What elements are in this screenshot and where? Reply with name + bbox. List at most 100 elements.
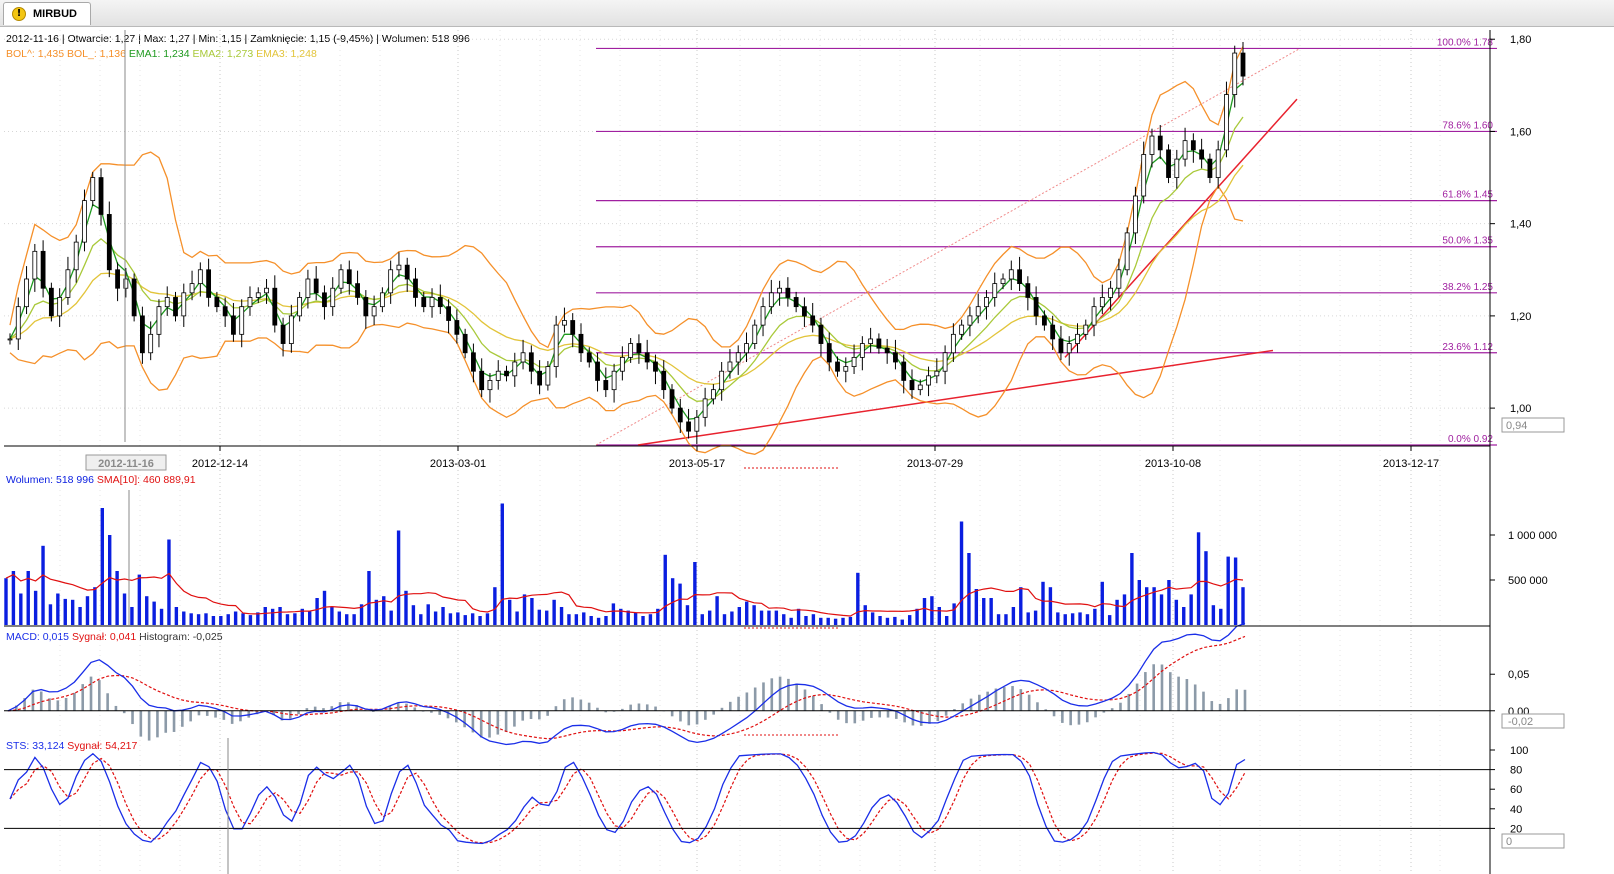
macd-histogram-bar	[230, 710, 234, 724]
volume-bar	[478, 616, 482, 625]
volume-bar	[130, 607, 134, 625]
fib-level-label: 23.6% 1.12	[1442, 342, 1493, 353]
candle-body	[57, 297, 63, 317]
stock-chart[interactable]: 100.0% 1.78 78.6% 1.60 61.8% 1.45 50.0% 1.3…	[0, 26, 1614, 874]
candle-body	[934, 370, 940, 377]
macd-histogram-bar	[695, 710, 699, 725]
volume-bar	[4, 578, 8, 625]
candle-body	[371, 306, 377, 317]
volume-bar	[907, 615, 912, 625]
volume-bar	[204, 613, 208, 625]
candle-body	[959, 324, 965, 335]
macd-histogram-bar	[513, 710, 516, 727]
candle-body	[818, 324, 824, 344]
macd-histogram-bar	[670, 710, 674, 717]
crosshair-date-label: 2012-11-16	[98, 458, 154, 470]
macd-histogram-bar	[1036, 702, 1039, 711]
volume-bar	[11, 571, 16, 625]
candle-body	[1083, 324, 1089, 335]
macd-histogram-bar	[961, 703, 965, 711]
ema3-line	[9, 164, 1244, 385]
candle-body	[413, 278, 418, 298]
volume-bar	[448, 613, 453, 625]
candle-body	[48, 287, 54, 317]
volume-bar	[441, 607, 445, 625]
candle-body	[247, 297, 253, 308]
volume-bar	[56, 593, 60, 625]
macd-histogram-bar	[803, 689, 807, 711]
macd-histogram-bar	[679, 710, 682, 722]
candle-body	[777, 287, 782, 294]
candle-body	[744, 343, 749, 354]
volume-bar	[1048, 587, 1053, 625]
volume-bar	[1189, 594, 1193, 625]
fib-level-label: 61.8% 1.45	[1442, 190, 1493, 201]
macd-histogram-bar	[56, 700, 60, 711]
price-tick-label: 1,00	[1510, 403, 1531, 415]
macd-histogram-bar	[181, 710, 184, 727]
macd-histogram-bar	[637, 703, 641, 711]
volume-bar	[582, 612, 586, 625]
candle-body	[909, 380, 915, 391]
macd-histogram-bar	[903, 710, 906, 723]
candle-body	[826, 343, 832, 363]
candle-body	[1199, 149, 1205, 160]
candle-body	[735, 352, 741, 363]
macd-histogram-bar	[969, 698, 973, 711]
volume-bar	[174, 607, 179, 625]
volume-bar	[159, 608, 164, 625]
volume-bar	[433, 611, 438, 625]
axes: 1,80 1,60 1,40 1,20 1,00 0,94 2012-12-14 2013-0…	[4, 30, 1565, 874]
volume-bar	[833, 618, 838, 625]
price-tick-label: 1,20	[1510, 311, 1531, 323]
volume-bar	[419, 614, 423, 625]
candle-body	[1157, 135, 1163, 151]
fib-level-label: 100.0% 1.78	[1437, 37, 1494, 48]
candle-body	[595, 361, 600, 381]
candle-body	[231, 315, 236, 335]
volume-bar	[589, 616, 593, 625]
volume-bar	[500, 503, 504, 625]
volume-bar	[1219, 608, 1223, 625]
candle-body	[197, 269, 203, 285]
candle-body	[106, 214, 112, 271]
candle-body	[710, 389, 716, 400]
macd-histogram-bar	[1168, 672, 1172, 711]
macd-histogram-bar	[164, 710, 168, 733]
macd-histogram-bar	[496, 710, 500, 735]
candle-body	[255, 292, 261, 298]
sts-signal-line	[9, 752, 1246, 844]
macd-histogram-bar	[405, 703, 408, 711]
macd-histogram-bar	[529, 710, 533, 719]
candle-body	[65, 269, 71, 298]
candle-body	[305, 278, 311, 298]
volume-bar	[982, 598, 986, 625]
volume-bar	[226, 614, 230, 625]
date-tick-label: 2013-07-29	[907, 458, 963, 470]
macd-histogram-bar	[1218, 703, 1222, 711]
volume-bar	[1137, 580, 1141, 625]
volume-bar	[515, 611, 519, 625]
candle-body	[98, 177, 104, 215]
volume-bar	[663, 554, 667, 625]
macd-histogram-bar	[156, 710, 159, 738]
candle-body	[917, 384, 923, 391]
macd-histogram-bar	[438, 710, 442, 715]
volume-bar	[552, 599, 556, 625]
candle-body	[1149, 135, 1155, 155]
candle-body	[24, 278, 29, 308]
macd-histogram-bar	[1127, 693, 1131, 711]
candle-body	[537, 370, 543, 386]
candle-body	[603, 380, 609, 391]
fib-level-label: 0.0% 0.92	[1448, 434, 1493, 445]
candle-body	[785, 287, 791, 298]
volume-bar	[848, 616, 853, 625]
fib-level-label: 38.2% 1.25	[1442, 282, 1493, 293]
volume-bar	[1078, 612, 1082, 625]
sts-tick-label: 40	[1510, 804, 1522, 816]
macd-histogram-bar	[728, 701, 732, 711]
macd-histogram-bar	[1235, 689, 1238, 711]
tab-mirbud[interactable]: ! MIRBUD	[3, 2, 91, 25]
volume-bar	[1174, 599, 1179, 625]
bollinger-upper	[9, 46, 1244, 349]
